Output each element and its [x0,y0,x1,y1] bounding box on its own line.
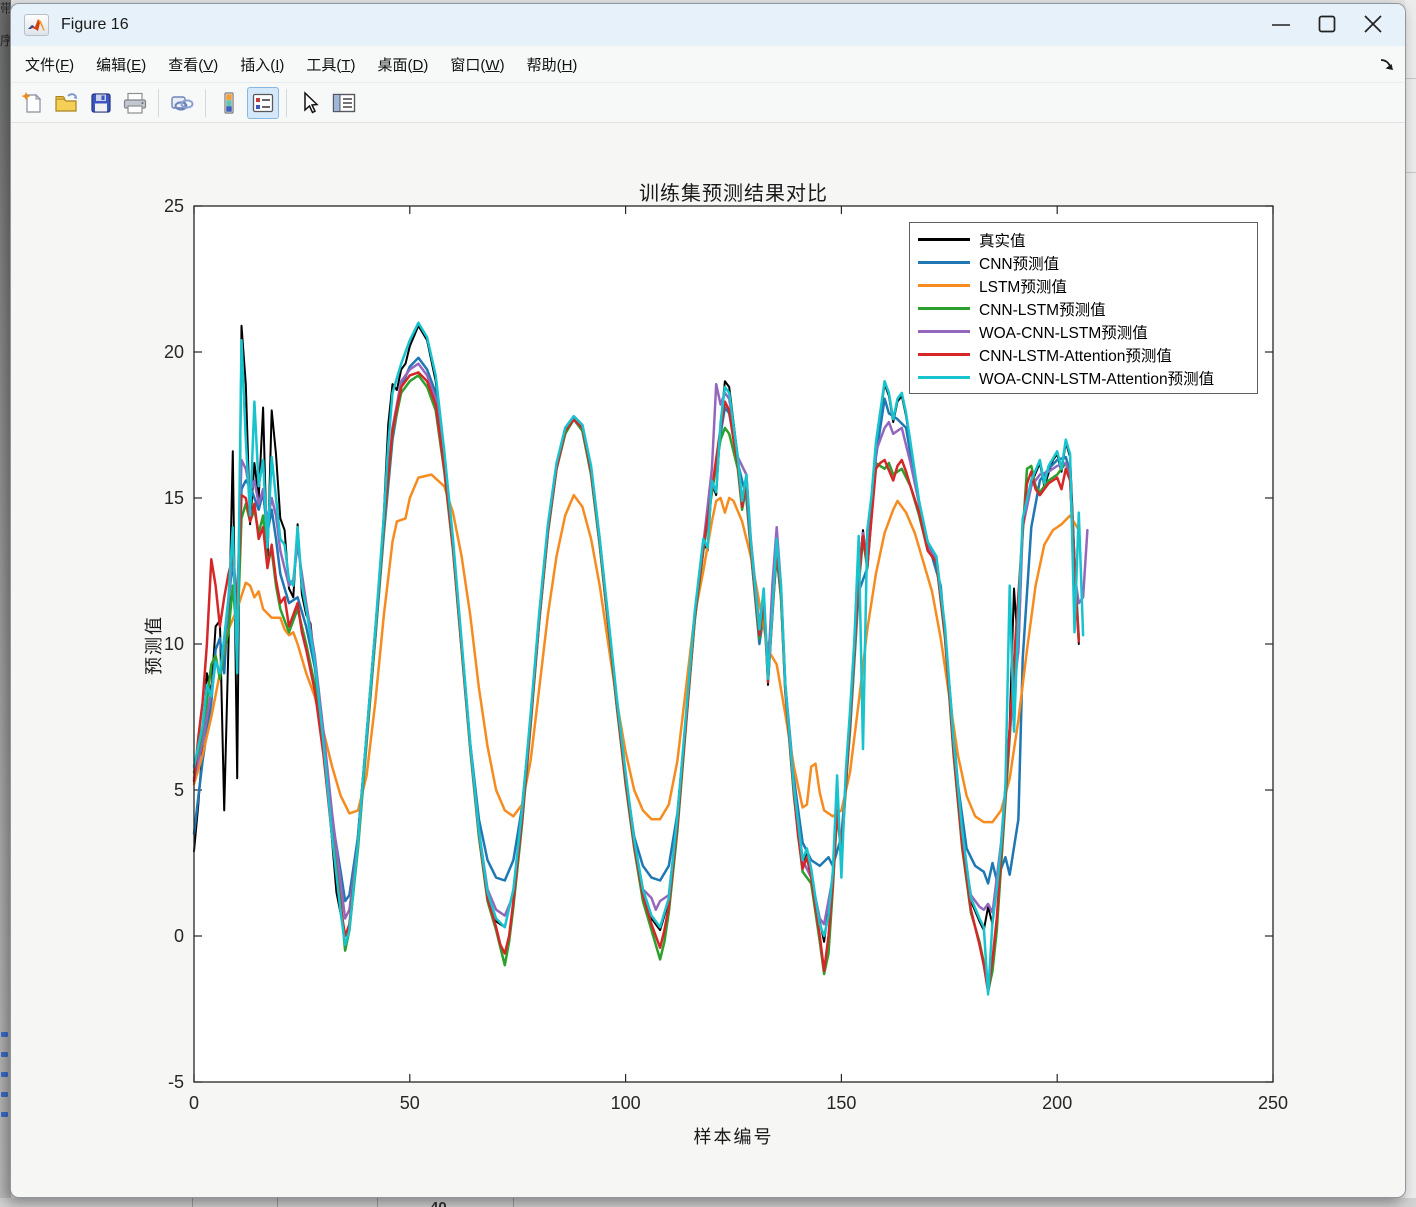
maximize-button[interactable] [1305,4,1351,46]
screen: 带 序 40 Figure 16 [0,0,1416,1207]
insert-legend-button[interactable] [247,87,279,119]
background-blue-dash [1,1072,8,1077]
legend-line-swatch [918,307,970,310]
legend-label: LSTM预测值 [979,275,1067,297]
y-tick-label: 0 [174,926,184,946]
toolbar-separator [286,89,287,117]
link-plot-button[interactable] [166,87,198,119]
save-figure-button[interactable] [85,87,117,119]
menu-bar: 文件(F)编辑(E)查看(V)插入(I)工具(T)桌面(D)窗口(W)帮助(H) [11,46,1405,83]
legend-entry-2: LSTM预测值 [918,274,1257,297]
background-window-right-edge [1405,0,1416,1207]
x-tick-label: 150 [826,1093,856,1113]
figure-canvas: 050100150200250-50510152025 训练集预测结果对比 样本… [11,123,1406,1198]
y-tick-label: 20 [164,342,184,362]
menu-item-w[interactable]: 窗口(W) [440,50,514,79]
toolbar-separator [158,89,159,117]
legend-line-swatch [918,284,970,287]
legend-label: CNN预测值 [979,252,1059,274]
menu-item-i[interactable]: 插入(I) [230,50,294,79]
y-axis-label: 预测值 [140,585,162,705]
legend-line-swatch [918,376,970,379]
legend-line-swatch [918,330,970,333]
menu-item-e[interactable]: 编辑(E) [86,50,156,79]
minimize-button[interactable] [1259,4,1305,46]
legend-label: 真实值 [979,229,1026,251]
legend-line-swatch [918,261,970,264]
insert-colorbar-button[interactable] [213,87,245,119]
y-tick-label: 5 [174,780,184,800]
property-editor-button[interactable] [328,87,360,119]
legend-entry-0: 真实值 [918,228,1257,251]
matlab-logo-icon [24,14,49,36]
y-tick-label: 25 [164,196,184,216]
background-window-bottom-edge: 40 [0,1198,1416,1207]
chart-title: 训练集预测结果对比 [194,177,1273,206]
y-tick-label: 15 [164,488,184,508]
y-tick-label: 10 [164,634,184,654]
legend-entry-3: CNN-LSTM预测值 [918,297,1257,320]
background-text-fragment: 序 [0,34,10,48]
legend-label: WOA-CNN-LSTM-Attention预测值 [979,367,1214,389]
legend-label: CNN-LSTM-Attention预测值 [979,344,1172,366]
print-figure-button[interactable] [119,87,151,119]
menu-item-f[interactable]: 文件(F) [15,50,84,79]
legend-line-swatch [918,353,970,356]
toolbar [11,83,1405,123]
menu-item-d[interactable]: 桌面(D) [368,50,439,79]
legend-label: CNN-LSTM预测值 [979,298,1106,320]
legend-entry-6: WOA-CNN-LSTM-Attention预测值 [918,366,1257,389]
legend-entry-1: CNN预测值 [918,251,1257,274]
background-blue-dash [1,1032,8,1037]
x-tick-label: 100 [611,1093,641,1113]
x-axis-label: 样本编号 [194,1123,1273,1149]
background-clipped-number: 40 [430,1199,447,1207]
open-file-button[interactable] [51,87,83,119]
legend-entry-4: WOA-CNN-LSTM预测值 [918,320,1257,343]
dock-figure-button[interactable] [1379,57,1395,72]
toolbar-separator [205,89,206,117]
y-tick-label: -5 [168,1072,184,1092]
legend-line-swatch [918,238,970,241]
new-figure-button[interactable] [17,87,49,119]
legend-box[interactable]: 真实值CNN预测值LSTM预测值CNN-LSTM预测值WOA-CNN-LSTM预… [909,222,1258,394]
x-tick-label: 0 [189,1093,199,1113]
figure-window: Figure 16 文件(F)编辑(E)查看(V)插入(I)工具(T)桌面(D)… [10,3,1406,1198]
edit-plot-button[interactable] [294,87,326,119]
menu-item-t[interactable]: 工具(T) [296,50,365,79]
x-tick-label: 250 [1258,1093,1288,1113]
close-button[interactable] [1351,4,1397,46]
title-bar[interactable]: Figure 16 [11,4,1405,46]
background-blue-dash [1,1112,8,1117]
legend-label: WOA-CNN-LSTM预测值 [979,321,1148,343]
legend-entry-5: CNN-LSTM-Attention预测值 [918,343,1257,366]
window-title: Figure 16 [61,16,129,34]
menu-item-v[interactable]: 查看(V) [158,50,228,79]
x-tick-label: 200 [1042,1093,1072,1113]
menu-item-h[interactable]: 帮助(H) [517,50,588,79]
background-blue-dash [1,1092,8,1097]
background-blue-dash [1,1052,8,1057]
x-tick-label: 50 [400,1093,420,1113]
background-text-fragment: 带 [0,2,10,16]
